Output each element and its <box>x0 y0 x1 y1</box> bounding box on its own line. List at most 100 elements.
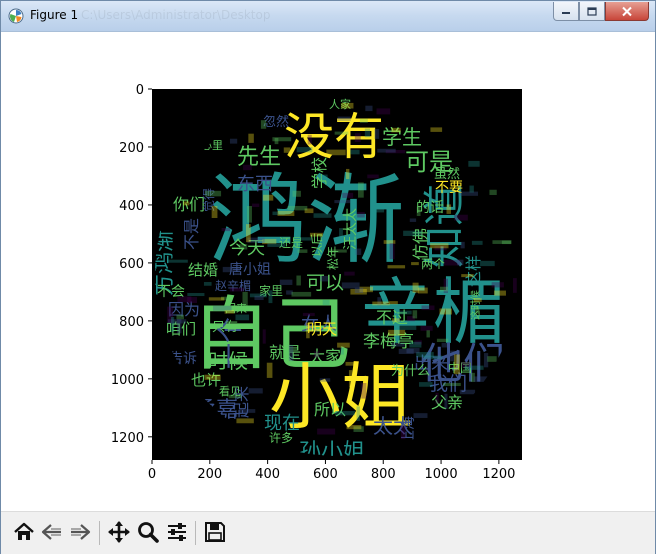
filler-word-mark <box>229 287 244 292</box>
word-为什么: 为什么 <box>391 364 430 379</box>
home-button[interactable] <box>11 519 37 545</box>
zoom-button[interactable] <box>135 519 161 545</box>
filler-word-mark <box>399 324 417 330</box>
filler-word-mark <box>344 271 355 276</box>
figure-window: Figure 1 C:\Users\Administrator\Desktop … <box>0 0 656 554</box>
filler-word-mark <box>426 330 430 338</box>
filler-word-mark <box>430 127 443 132</box>
filler-word-mark <box>355 248 362 255</box>
filler-word-mark <box>416 206 421 217</box>
filler-word-mark <box>377 148 396 153</box>
figure-canvas[interactable]: 0 200 400 600 800 1000 1200 0 200 400 600 800 1000 12… <box>1 32 655 511</box>
forward-button[interactable] <box>67 519 93 545</box>
word-汪太太: 汪太太 <box>343 208 359 250</box>
filler-word-mark <box>454 214 468 221</box>
filler-word-mark <box>321 174 328 180</box>
filler-word-mark <box>359 118 368 123</box>
filler-word-mark <box>177 296 192 303</box>
word-东西: 东西 <box>237 174 273 195</box>
filler-word-mark <box>387 265 406 269</box>
x-tick-label: 200 <box>197 467 222 482</box>
filler-word-mark <box>213 305 232 311</box>
filler-word-mark <box>340 346 344 355</box>
filler-word-mark <box>403 230 423 236</box>
filler-word-mark <box>176 314 184 320</box>
filler-word-mark <box>309 232 323 237</box>
filler-word-mark <box>374 128 380 139</box>
save-button[interactable] <box>202 519 228 545</box>
filler-word-mark <box>313 213 332 218</box>
filler-word-mark <box>204 374 221 380</box>
x-tick-label: 600 <box>313 467 338 482</box>
filler-word-mark <box>444 393 448 410</box>
filler-word-mark <box>228 394 242 399</box>
filler-word-mark <box>420 325 433 331</box>
filler-word-mark <box>346 424 362 430</box>
close-button[interactable] <box>605 2 649 21</box>
filler-word-mark <box>262 329 266 344</box>
word-所以: 所以 <box>314 400 346 419</box>
x-tick-label: 1000 <box>425 467 458 482</box>
title-bar[interactable]: Figure 1 C:\Users\Administrator\Desktop <box>1 1 655 32</box>
back-button[interactable] <box>39 519 65 545</box>
filler-word-mark <box>391 342 405 347</box>
matplotlib-figure-icon <box>8 8 24 24</box>
filler-word-mark <box>341 102 354 109</box>
filler-word-mark <box>459 191 479 196</box>
filler-word-mark <box>436 338 449 343</box>
filler-word-mark <box>469 185 474 193</box>
filler-word-mark <box>419 382 433 387</box>
filler-word-mark <box>473 298 482 302</box>
word-可以: 可以 <box>306 272 344 294</box>
filler-word-mark <box>268 290 273 304</box>
y-tick-label: 800 <box>119 315 144 330</box>
filler-word-mark <box>430 243 449 249</box>
filler-word-mark <box>203 282 212 286</box>
word-就是: 就是 <box>269 343 301 362</box>
filler-word-mark <box>345 361 357 366</box>
word-还是: 还是 <box>279 236 303 250</box>
maximize-button[interactable] <box>579 2 605 21</box>
word-学生: 学生 <box>382 125 422 149</box>
word-这样: 这样 <box>464 255 483 287</box>
filler-word-mark <box>296 147 313 153</box>
word-虽然: 虽然 <box>434 166 460 182</box>
filler-word-mark <box>222 266 240 273</box>
filler-word-mark <box>337 116 351 121</box>
configure-subplots-icon <box>168 523 186 541</box>
filler-word-mark <box>389 301 398 305</box>
filler-word-mark <box>412 282 419 293</box>
filler-word-mark <box>354 287 364 294</box>
filler-word-mark <box>442 382 461 387</box>
filler-word-mark <box>457 259 464 266</box>
close-icon <box>622 6 632 16</box>
filler-word-mark <box>348 370 353 388</box>
y-tick-label: 400 <box>119 199 144 214</box>
filler-word-mark <box>480 260 495 267</box>
y-tick-label: 1200 <box>111 431 144 446</box>
filler-word-mark <box>288 344 294 362</box>
filler-word-mark <box>454 354 461 375</box>
maximize-icon <box>587 6 597 16</box>
filler-word-mark <box>411 262 419 266</box>
pan-button[interactable] <box>106 519 132 545</box>
minimize-button[interactable] <box>553 2 579 21</box>
filler-word-mark <box>283 147 291 153</box>
filler-word-mark <box>388 329 406 336</box>
filler-word-mark <box>392 318 400 322</box>
x-tick-label: 400 <box>255 467 280 482</box>
filler-word-mark <box>239 244 248 250</box>
word-大家: 大家 <box>309 347 341 366</box>
word-许多: 许多 <box>269 431 293 445</box>
filler-word-mark <box>459 389 476 395</box>
filler-word-mark <box>373 208 385 213</box>
word-只有: 只有 <box>212 320 238 335</box>
filler-word-mark <box>513 278 517 293</box>
filler-word-mark <box>376 108 391 115</box>
filler-word-mark <box>342 192 354 198</box>
filler-word-mark <box>306 322 310 339</box>
configure-subplots-button[interactable] <box>164 519 190 545</box>
filler-word-mark <box>367 174 379 179</box>
filler-word-mark <box>314 351 320 358</box>
filler-word-mark <box>236 418 254 424</box>
